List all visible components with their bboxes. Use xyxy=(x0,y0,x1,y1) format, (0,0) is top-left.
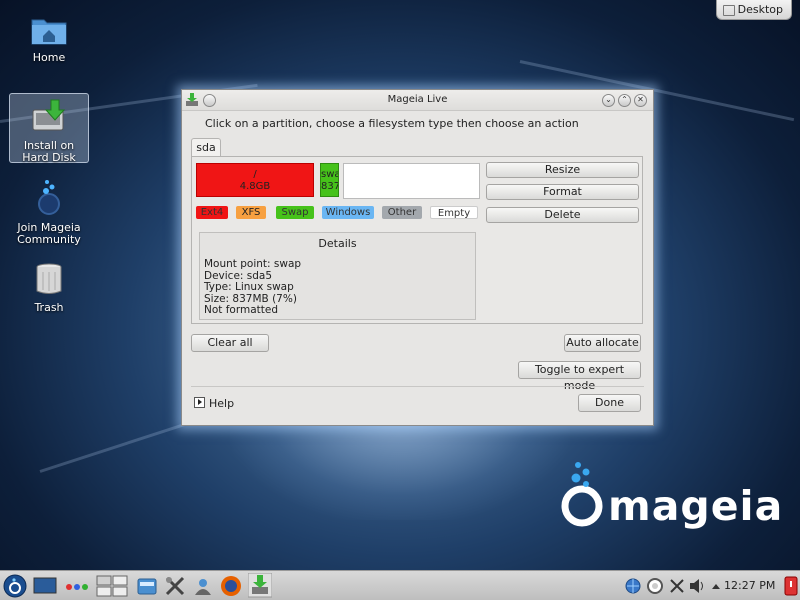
desktop-icon-community[interactable]: Join Mageia Community xyxy=(10,178,88,246)
firefox-icon[interactable] xyxy=(220,575,242,597)
desktop-icon-trash[interactable]: Trash xyxy=(10,262,88,314)
details-mount-point: Mount point: swap xyxy=(204,258,302,270)
desktop-icon-label: Join Mageia Community xyxy=(17,221,81,246)
mageia-logo: mageia xyxy=(556,460,782,534)
tab-sda[interactable]: sda xyxy=(191,138,221,157)
mageia-welcome-icon[interactable] xyxy=(192,575,214,597)
mageia-community-icon xyxy=(38,180,60,215)
instruction-text: Click on a partition, choose a filesyste… xyxy=(205,117,579,130)
install-hard-disk-icon xyxy=(32,99,66,131)
mageia-cauldron-icon xyxy=(561,462,603,527)
tray-expand-icon[interactable] xyxy=(710,575,722,597)
window-menu-button[interactable] xyxy=(203,94,216,107)
desktop-icon-label: Trash xyxy=(34,301,64,314)
volume-icon[interactable] xyxy=(688,575,706,597)
partition-swap-size: 837 xyxy=(321,181,339,192)
format-button[interactable]: Format xyxy=(486,184,639,200)
network-icon[interactable] xyxy=(624,575,642,597)
details-type: Type: Linux swap xyxy=(204,281,294,293)
expand-triangle-icon xyxy=(194,397,205,408)
desktop-button-label: Desktop xyxy=(737,3,783,16)
activities-icon[interactable] xyxy=(64,575,90,597)
auto-allocate-button[interactable]: Auto allocate xyxy=(564,334,641,352)
close-button[interactable]: ✕ xyxy=(634,94,647,107)
partition-root[interactable]: / 4.8GB xyxy=(196,163,314,197)
details-list: Mount point: swap Device: sda5 Type: Lin… xyxy=(204,258,302,317)
details-box: Details Mount point: swap Device: sda5 T… xyxy=(199,232,476,320)
legend-other[interactable]: Other xyxy=(382,206,422,219)
clear-all-button[interactable]: Clear all xyxy=(191,334,269,352)
scissors-icon[interactable] xyxy=(668,575,686,597)
done-button[interactable]: Done xyxy=(578,394,641,412)
home-folder-icon xyxy=(31,19,67,45)
mageia-live-dialog: Mageia Live ⌄ ⌃ ✕ Click on a partition, … xyxy=(181,89,654,426)
dialog-titlebar[interactable]: Mageia Live ⌄ ⌃ ✕ xyxy=(182,90,653,111)
legend-xfs[interactable]: XFS xyxy=(236,206,266,219)
desktop-icon xyxy=(723,5,735,16)
legend-swap[interactable]: Swap xyxy=(276,206,314,219)
show-desktop-icon[interactable] xyxy=(33,575,57,597)
delete-button[interactable]: Delete xyxy=(486,207,639,223)
details-title: Details xyxy=(318,237,357,250)
legend-windows[interactable]: Windows xyxy=(322,206,374,219)
control-center-icon[interactable] xyxy=(164,575,186,597)
partition-swap-label: swa xyxy=(321,169,339,180)
help-label: Help xyxy=(209,397,235,410)
pager-icon[interactable] xyxy=(96,575,128,597)
partition-empty[interactable] xyxy=(343,163,480,199)
legend-empty[interactable]: Empty xyxy=(430,206,478,219)
mageia-wordmark: mageia xyxy=(608,482,784,530)
toggle-expert-mode-button[interactable]: Toggle to expert mode xyxy=(518,361,641,392)
taskbar: 12:27 PM xyxy=(0,570,800,600)
desktop-icon-home[interactable]: Home xyxy=(10,14,88,64)
help-button[interactable]: Help xyxy=(194,397,234,410)
desktop-toolbox-button[interactable]: Desktop xyxy=(716,0,792,20)
desktop-icon-install[interactable]: Install on Hard Disk xyxy=(9,93,89,164)
leave-icon[interactable] xyxy=(784,575,798,597)
desktop-icon-label: Home xyxy=(32,51,66,64)
partition-pane: / 4.8GB swa 837 Ext4 XFS Swap Windows Ot… xyxy=(191,156,643,324)
help-lifesaver-icon[interactable] xyxy=(646,575,664,597)
minimize-button[interactable]: ⌄ xyxy=(602,94,615,107)
details-format: Not formatted xyxy=(204,304,279,316)
divider xyxy=(191,386,644,387)
legend-ext4[interactable]: Ext4 xyxy=(196,206,228,219)
file-manager-icon[interactable] xyxy=(136,575,158,597)
trash-icon xyxy=(36,263,62,294)
resize-button[interactable]: Resize xyxy=(486,162,639,178)
install-task-icon[interactable] xyxy=(248,573,272,599)
partition-swap[interactable]: swa 837 xyxy=(320,163,339,197)
dialog-title: Mageia Live xyxy=(387,94,448,105)
partition-root-size: 4.8GB xyxy=(239,181,271,192)
app-launcher-icon[interactable] xyxy=(3,573,27,599)
desktop-icon-label: Install on Hard Disk xyxy=(22,139,76,164)
install-app-icon xyxy=(186,93,198,106)
partition-root-mount: / xyxy=(253,169,257,180)
clock[interactable]: 12:27 PM xyxy=(724,579,775,592)
maximize-button[interactable]: ⌃ xyxy=(618,94,631,107)
